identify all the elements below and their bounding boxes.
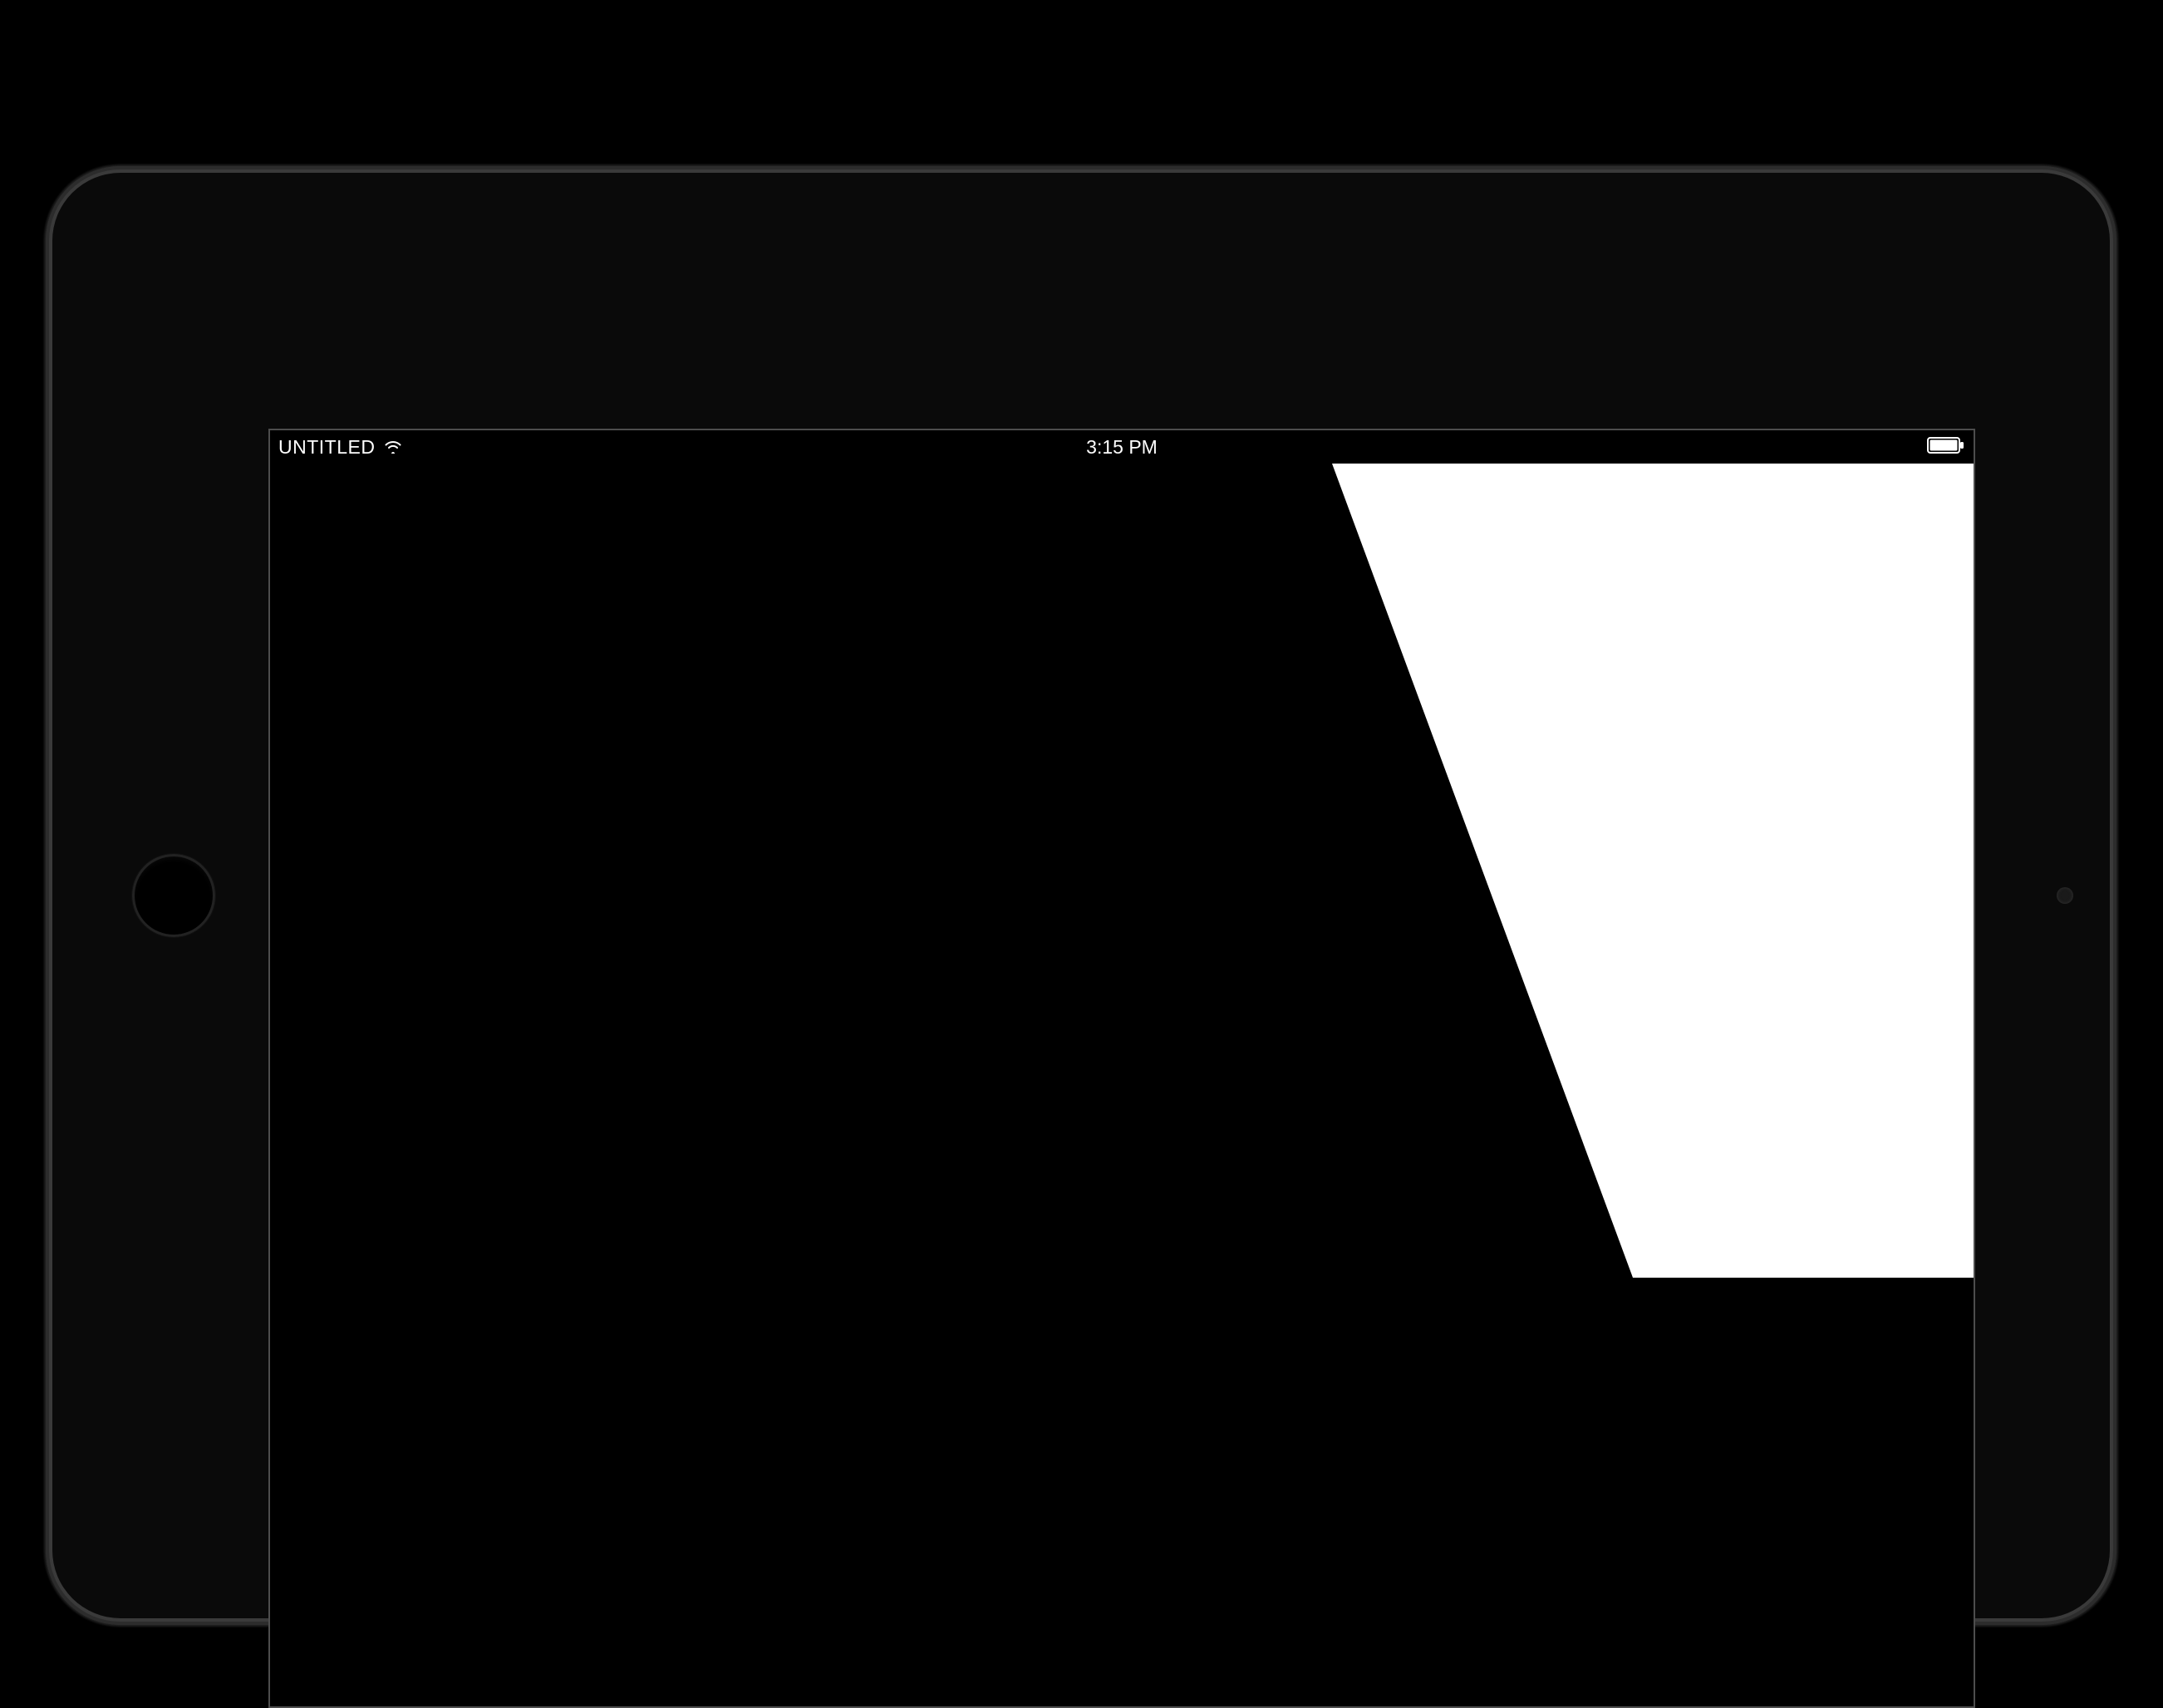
- device-screen: UNTITLED 3:15 PM: [268, 429, 1975, 1708]
- home-button[interactable]: [132, 854, 215, 937]
- status-time: 3:15 PM: [1086, 436, 1158, 459]
- status-bar: UNTITLED 3:15 PM: [270, 430, 1974, 464]
- carrier-label: UNTITLED: [278, 436, 375, 459]
- front-camera: [2057, 887, 2073, 904]
- ipad-device-frame: UNTITLED 3:15 PM: [46, 166, 2116, 1625]
- white-foreground-shape: [270, 464, 1974, 1706]
- battery-icon: [1927, 436, 1965, 459]
- status-bar-right: [1927, 436, 1965, 459]
- status-bar-left: UNTITLED: [278, 436, 403, 459]
- wifi-icon: [383, 436, 403, 459]
